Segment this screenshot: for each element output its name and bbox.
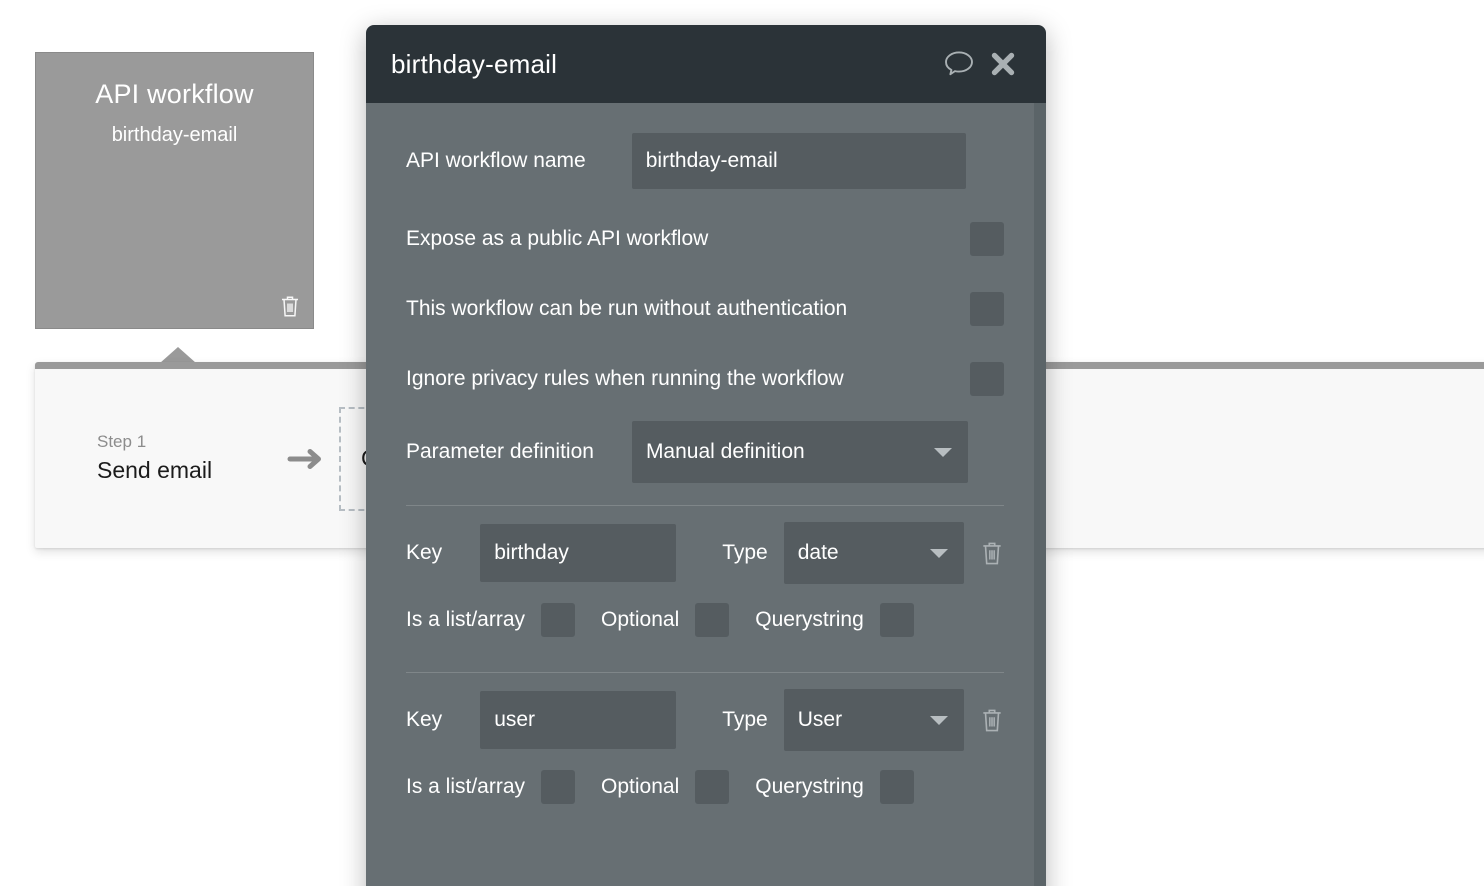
parameter-type-dropdown[interactable]: date [783,522,964,584]
parameter-row: Key Type date [406,506,1004,650]
parameter-key-label: Key [406,541,443,564]
parameter-definition-row: Parameter definition Manual definition [406,421,1004,483]
parameter-type-value: date [797,541,839,564]
parameter-optional-checkbox[interactable] [695,770,730,804]
parameter-list-label: Is a list/array [406,775,526,798]
parameter-definition-value: Manual definition [645,440,805,463]
trash-icon[interactable] [980,540,1004,566]
modal-body: API workflow name Expose as a public API… [366,103,1046,886]
api-workflow-card-title: API workflow [95,79,254,109]
trash-icon[interactable] [279,294,301,318]
parameter-optional-label: Optional [601,775,680,798]
parameter-key-input[interactable] [480,524,677,582]
api-workflow-name-input[interactable] [631,133,966,189]
parameter-definition-label: Parameter definition [406,440,594,463]
arrow-right-icon [287,446,325,472]
parameter-type-dropdown[interactable]: User [783,689,964,751]
parameter-optional-label: Optional [601,608,680,631]
no-auth-checkbox[interactable] [970,292,1004,326]
expose-public-label: Expose as a public API workflow [406,227,709,250]
expose-public-row: Expose as a public API workflow [406,211,1004,267]
parameter-key-label: Key [406,708,443,731]
parameter-querystring-checkbox[interactable] [879,770,914,804]
step-action-title: Send email [97,456,213,483]
api-workflow-name-label: API workflow name [406,149,586,172]
parameter-type-label: Type [722,541,768,564]
expose-public-checkbox[interactable] [970,222,1004,256]
api-workflow-settings-modal: birthday-email API workflow name birthda… [366,25,1046,886]
chevron-down-icon [930,549,948,558]
api-workflow-card[interactable]: API workflow birthday-email [35,52,314,329]
trash-icon[interactable] [980,707,1004,733]
close-icon[interactable] [982,43,1024,85]
modal-header: birthday-email [366,25,1046,103]
parameter-type-value: User [797,708,843,731]
parameter-optional-checkbox[interactable] [695,603,730,637]
step-number-label: Step 1 [97,432,147,452]
settings-form: API workflow name Expose as a public API… [366,133,1046,817]
parameter-querystring-checkbox[interactable] [879,603,914,637]
api-workflow-name-row: API workflow name [406,133,1004,189]
chevron-down-icon [930,716,948,725]
card-connector-arrow [160,347,196,363]
parameter-list-checkbox[interactable] [541,603,576,637]
modal-title: birthday-email [391,48,558,79]
ignore-privacy-row: Ignore privacy rules when running the wo… [406,351,1004,407]
parameter-list-checkbox[interactable] [541,770,576,804]
workflow-step-1[interactable]: Step 1 Send email [97,431,287,485]
ignore-privacy-checkbox[interactable] [970,362,1004,396]
parameter-querystring-label: Querystring [755,608,864,631]
parameter-type-label: Type [722,708,768,731]
app-root: API workflow birthday-email Step 1 Send … [0,0,1484,886]
parameter-key-input[interactable] [480,691,677,749]
chevron-down-icon [933,448,952,457]
ignore-privacy-label: Ignore privacy rules when running the wo… [406,367,844,390]
parameter-list-label: Is a list/array [406,608,526,631]
modal-scrollbar[interactable] [1034,103,1046,886]
no-auth-label: This workflow can be run without authent… [406,297,848,320]
no-auth-row: This workflow can be run without authent… [406,281,1004,337]
comment-bubble-icon[interactable] [938,43,980,85]
parameter-definition-dropdown[interactable]: Manual definition [631,421,968,483]
api-workflow-card-subtitle: birthday-email [111,124,238,146]
parameter-querystring-label: Querystring [755,775,864,798]
modal-scrollbar-thumb[interactable] [1036,103,1044,743]
parameter-row: Key Type User [406,673,1004,817]
